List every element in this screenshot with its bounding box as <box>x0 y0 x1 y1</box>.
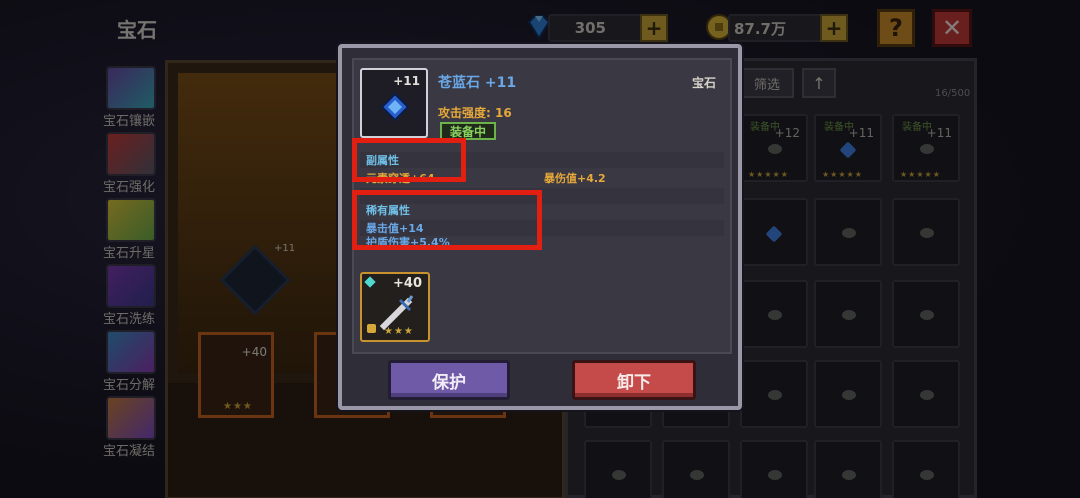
gem-detail-modal: +11 苍蓝石 +11 宝石 攻击强度: 16 装备中 副属性 元素穿透+64 … <box>338 44 742 410</box>
inventory-cell[interactable] <box>814 198 882 266</box>
lock-icon <box>367 324 376 333</box>
sort-button[interactable]: ↑ <box>802 68 836 98</box>
blue-gem-icon <box>765 225 783 243</box>
star-icon <box>106 198 156 242</box>
inventory-count: 16/500 <box>935 88 971 99</box>
sidebar-item-condense[interactable]: 宝石凝结 <box>100 396 158 462</box>
sub-attribute-2: 暴伤值+4.2 <box>544 172 606 185</box>
gray-gem-icon <box>768 310 782 320</box>
attack-power: 攻击强度: 16 <box>438 106 512 120</box>
highlight-rare-attributes <box>352 190 542 250</box>
inventory-cell[interactable] <box>662 440 730 498</box>
inventory-cell[interactable] <box>740 280 808 348</box>
gray-gem-icon <box>920 470 934 480</box>
sidebar-item-enhance[interactable]: 宝石强化 <box>100 132 158 198</box>
sidebar-item-label: 宝石镶嵌 <box>102 114 155 129</box>
weapon-slot-level: +40 <box>241 345 267 359</box>
gem-name: 苍蓝石 +11 <box>438 75 517 91</box>
filter-button[interactable]: 筛选 <box>740 68 794 98</box>
inventory-cell[interactable] <box>814 360 882 428</box>
inventory-cell[interactable] <box>584 440 652 498</box>
gold-value: 87.7万 <box>733 19 786 38</box>
weapon-stars: ★★★ <box>384 326 414 337</box>
page-title: 宝石 <box>117 18 157 42</box>
gray-gem-icon <box>920 310 934 320</box>
gray-gem-icon <box>768 144 782 154</box>
sidebar-item-decompose[interactable]: 宝石分解 <box>100 330 158 396</box>
protect-button[interactable]: 保护 <box>388 360 510 400</box>
gem-type: 宝石 <box>691 76 716 90</box>
hammer-icon <box>106 132 156 176</box>
sidebar-item-label: 宝石强化 <box>102 180 155 195</box>
inventory-cell[interactable] <box>892 198 960 266</box>
gem-marker-icon <box>364 276 376 288</box>
gray-gem-icon <box>842 228 856 238</box>
sidebar-item-label: 宝石凝结 <box>102 444 155 459</box>
egg-gem-icon <box>106 66 156 110</box>
inventory-cell[interactable] <box>892 440 960 498</box>
gem-socket[interactable] <box>219 244 291 316</box>
gray-gem-icon <box>842 470 856 480</box>
inventory-cell[interactable] <box>892 280 960 348</box>
gray-gem-icon <box>842 390 856 400</box>
inventory-cell[interactable]: 装备中 +12 ★★★★★ <box>740 114 808 182</box>
sidebar-item-refine[interactable]: 宝石洗练 <box>100 264 158 330</box>
cell-stars: ★★★★★ <box>822 170 863 179</box>
gray-gem-icon <box>842 310 856 320</box>
gray-gem-icon <box>768 390 782 400</box>
decompose-icon <box>106 330 156 374</box>
inventory-cell[interactable]: 装备中 +11 ★★★★★ <box>814 114 882 182</box>
sidebar-item-label: 宝石洗练 <box>102 312 155 327</box>
gray-gem-icon <box>768 470 782 480</box>
gem-detail-body: +11 苍蓝石 +11 宝石 攻击强度: 16 装备中 副属性 元素穿透+64 … <box>352 58 732 354</box>
gem-item-box: +11 <box>360 68 428 138</box>
gray-gem-icon <box>612 470 626 480</box>
inventory-cell[interactable] <box>740 440 808 498</box>
sidebar-item-inlay[interactable]: 宝石镶嵌 <box>100 66 158 132</box>
cell-stars: ★★★★★ <box>900 170 941 179</box>
diamond-counter: 305 <box>548 14 644 42</box>
add-gold-button[interactable]: + <box>820 14 848 42</box>
close-button[interactable]: ✕ <box>932 9 972 47</box>
gray-gem-icon <box>920 228 934 238</box>
sidebar: 宝石镶嵌 宝石强化 宝石升星 宝石洗练 宝石分解 宝石凝结 <box>100 66 158 462</box>
cell-level: +11 <box>926 126 952 140</box>
condense-icon <box>106 396 156 440</box>
help-button[interactable]: ? <box>877 9 915 47</box>
gray-gem-icon <box>690 470 704 480</box>
gold-counter: 87.7万 <box>728 14 824 42</box>
gem-item-level: +11 <box>393 74 420 88</box>
inventory-cell[interactable]: 装备中 +11 ★★★★★ <box>892 114 960 182</box>
inventory-cell[interactable] <box>740 198 808 266</box>
gray-gem-icon <box>920 390 934 400</box>
blue-gem-icon <box>380 92 410 122</box>
inventory-cell[interactable] <box>740 360 808 428</box>
cell-stars: ★★★★★ <box>748 170 789 179</box>
sidebar-item-label: 宝石分解 <box>102 378 155 393</box>
unequip-button[interactable]: 卸下 <box>572 360 696 400</box>
weapon-slot-stars: ★★★ <box>223 401 253 412</box>
sidebar-item-label: 宝石升星 <box>102 246 155 261</box>
sidebar-item-star-up[interactable]: 宝石升星 <box>100 198 158 264</box>
diamond-value: 305 <box>574 19 606 37</box>
gray-gem-icon <box>920 144 934 154</box>
cell-level: +11 <box>848 126 874 140</box>
wash-gem-icon <box>106 264 156 308</box>
socket-level: +11 <box>274 243 296 254</box>
inventory-cell[interactable] <box>814 440 882 498</box>
linked-weapon-slot[interactable]: +40 ★★★ <box>360 272 430 342</box>
weapon-slot-1[interactable]: +40 ★★★ <box>198 332 274 418</box>
highlight-sub-attributes <box>352 138 466 182</box>
blue-gem-icon <box>839 141 857 159</box>
add-diamond-button[interactable]: + <box>640 14 668 42</box>
cell-level: +12 <box>774 126 800 140</box>
inventory-cell[interactable] <box>892 360 960 428</box>
inventory-cell[interactable] <box>814 280 882 348</box>
weapon-level: +40 <box>393 276 422 291</box>
